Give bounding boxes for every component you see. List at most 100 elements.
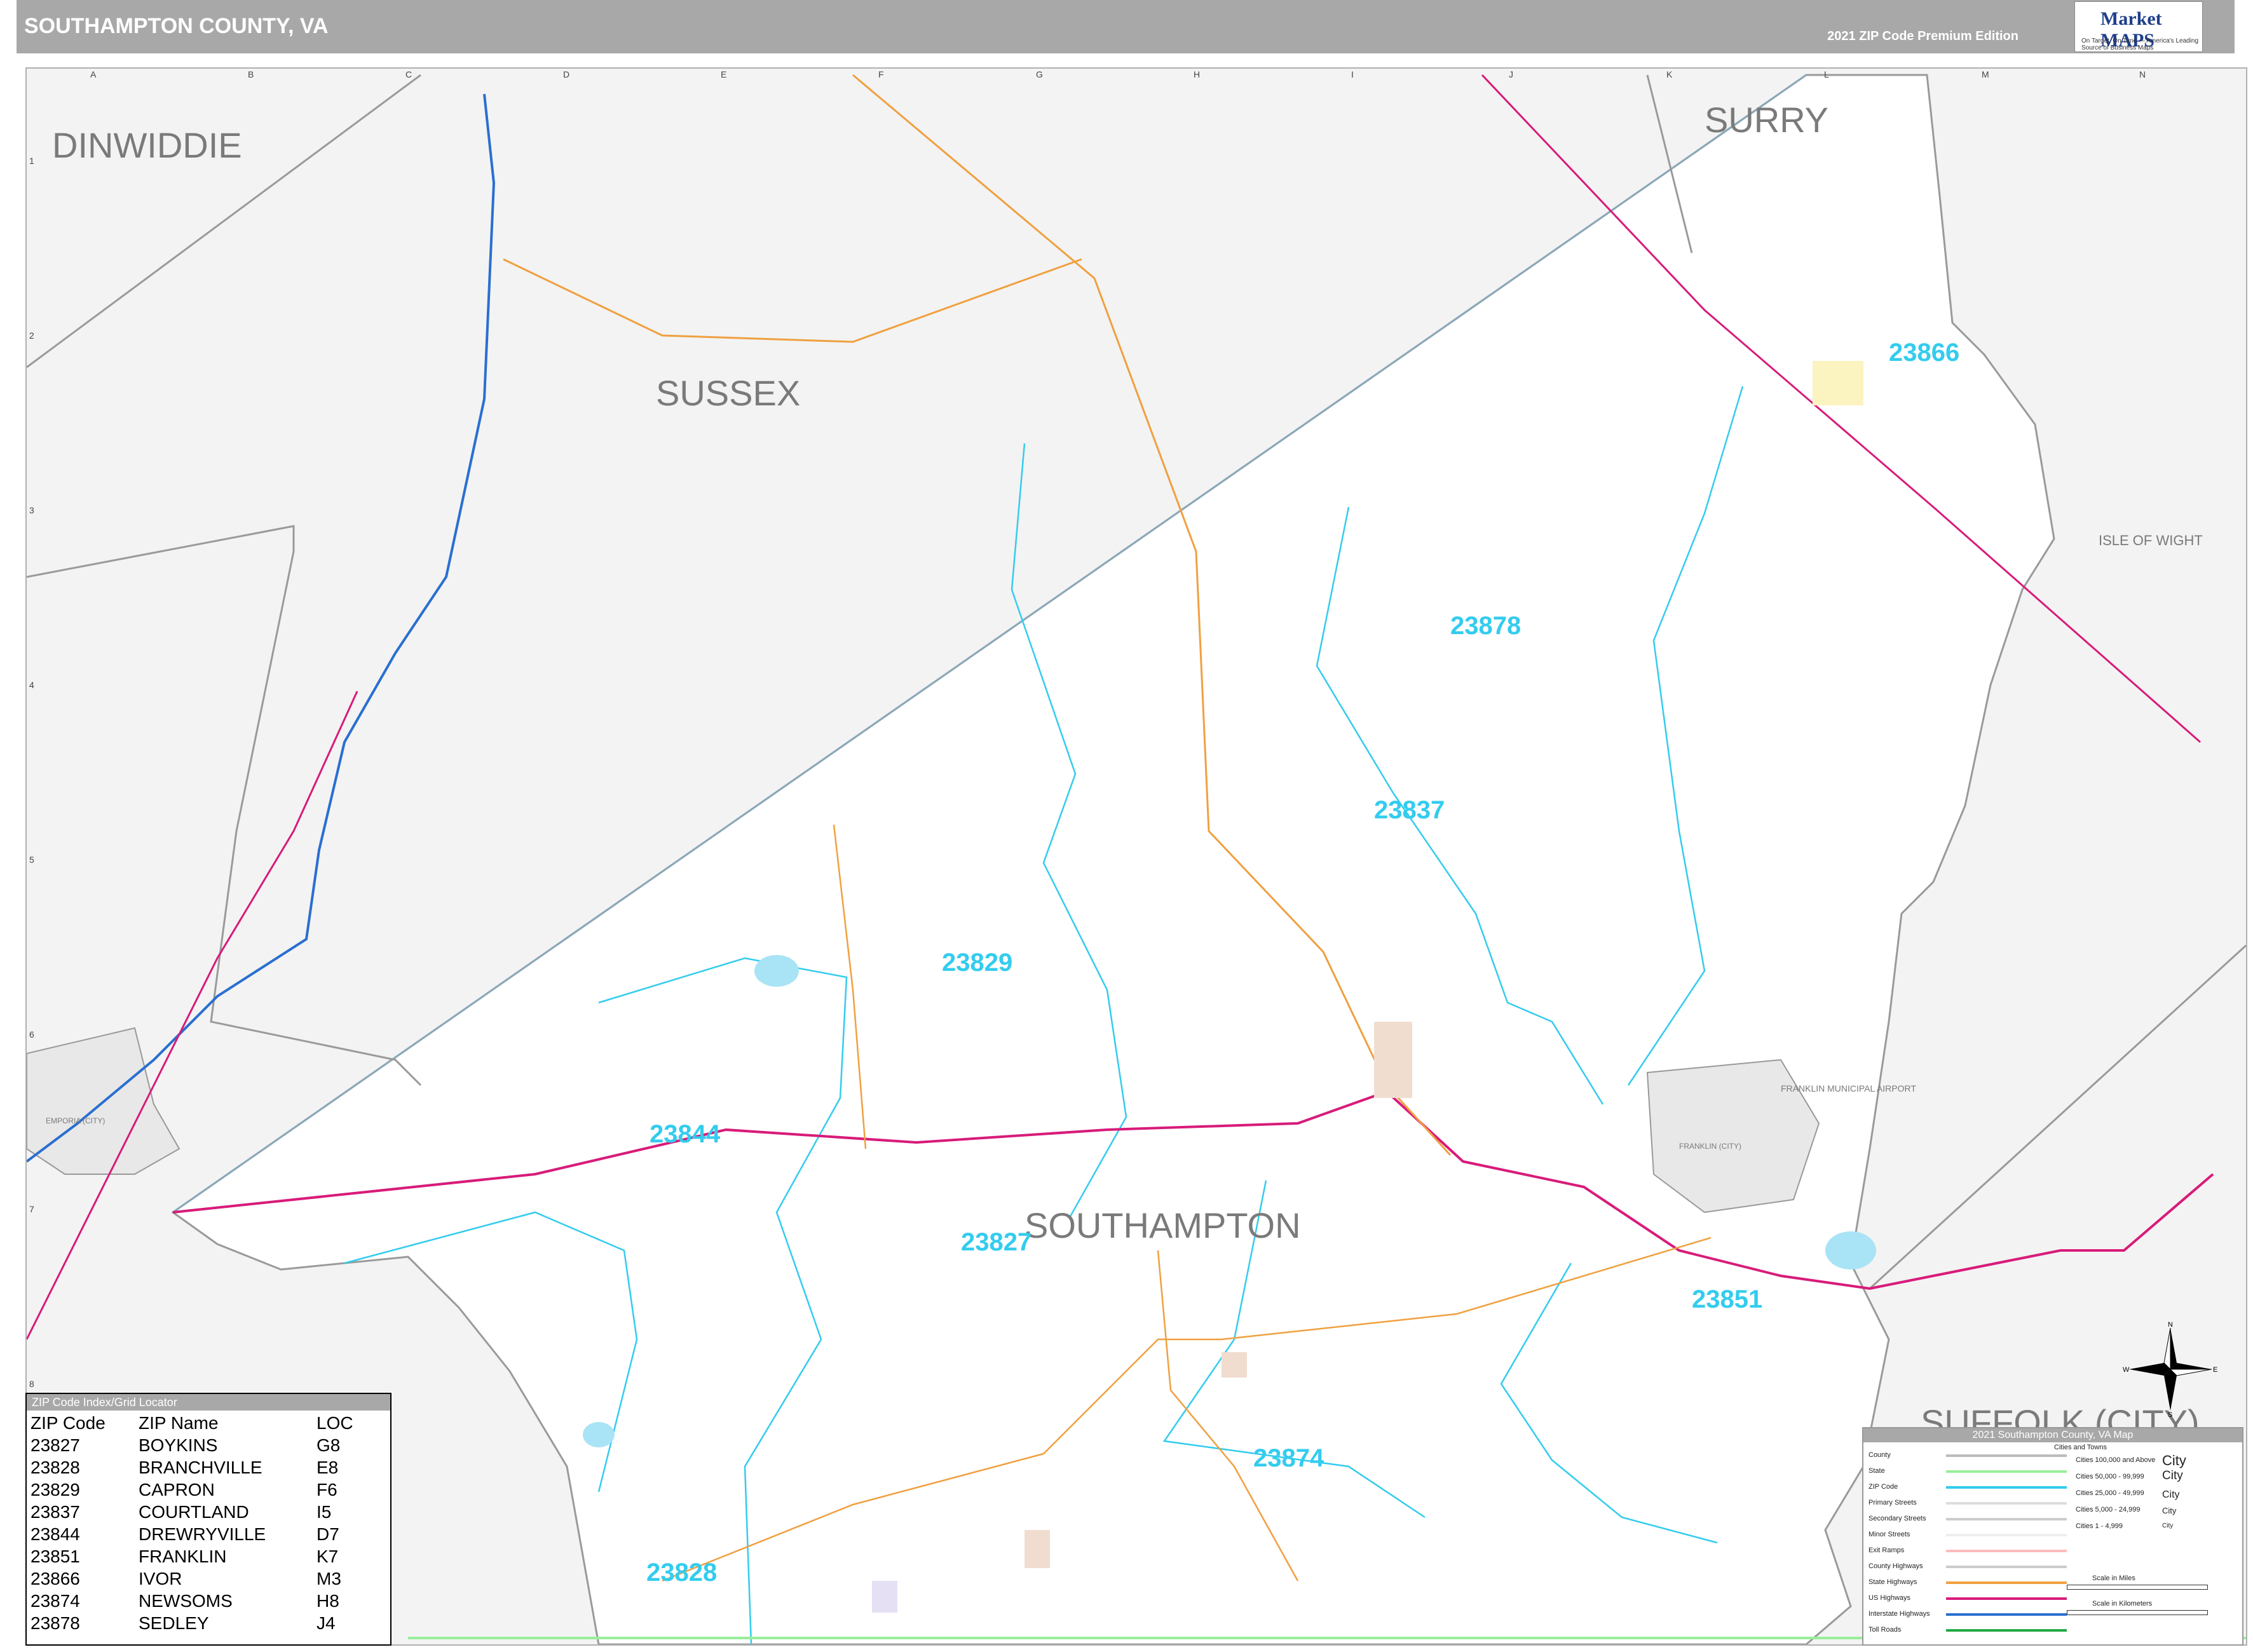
legend-item-swatch — [1946, 1518, 2067, 1520]
zip-index-cell: 23866 — [31, 1569, 80, 1588]
zip-index-cell: BOYKINS — [139, 1435, 218, 1455]
legend-item-swatch — [1946, 1454, 2067, 1457]
grid-column-label: I — [1351, 69, 1354, 79]
grid-column-label: G — [1036, 69, 1043, 79]
legend-item-label: County Highways — [1868, 1562, 1923, 1570]
grid-column-label: H — [1194, 69, 1200, 79]
grid-column-label: B — [248, 69, 254, 79]
county-label-sussex: SUSSEX — [656, 373, 800, 413]
legend-cities-header: Cities and Towns — [2054, 1444, 2107, 1451]
compass-rose-icon: N S E W — [2123, 1322, 2217, 1417]
county-label-franklin-city: FRANKLIN (CITY) — [1679, 1142, 1741, 1151]
table-row[interactable]: 23829 CAPRON F6 — [29, 1479, 358, 1501]
legend-item-label: Minor Streets — [1868, 1531, 1910, 1538]
compass-w: W — [2123, 1366, 2130, 1374]
legend-item-label: Interstate Highways — [1868, 1610, 1930, 1618]
scale-bar-miles — [2067, 1585, 2208, 1590]
legend-item-label: ZIP Code — [1868, 1483, 1898, 1491]
zip-index-cell: 23874 — [31, 1591, 80, 1611]
zip-label-23874[interactable]: 23874 — [1253, 1444, 1324, 1472]
table-row[interactable]: 23878 SEDLEY J4 — [29, 1612, 358, 1634]
zip-index-cell: CAPRON — [139, 1480, 215, 1500]
zip-label-23878[interactable]: 23878 — [1450, 612, 1521, 640]
zip-index-cell: 23827 — [31, 1435, 80, 1455]
legend-city-sample: City — [2162, 1489, 2180, 1500]
zip-label-23866[interactable]: 23866 — [1889, 339, 1959, 367]
zip-index-cell: J4 — [317, 1613, 336, 1633]
zip-index-header-cell: ZIP Name — [139, 1413, 219, 1433]
county-label-surry: SURRY — [1705, 100, 1828, 140]
zip-index-cell: SEDLEY — [139, 1613, 209, 1633]
scale-km-label: Scale in Kilometers — [2092, 1600, 2153, 1608]
grid-row-label: 1 — [29, 156, 34, 166]
legend-item-label: US Highways — [1868, 1594, 1911, 1602]
table-row[interactable]: 23844 DREWRYVILLE D7 — [29, 1523, 358, 1545]
grid-row-label: 2 — [29, 330, 34, 341]
legend-city-sample: City — [2162, 1469, 2183, 1482]
zip-index-cell: 23828 — [31, 1458, 80, 1477]
franklin-city-area — [1646, 1059, 1820, 1214]
grid-column-label: M — [1982, 69, 1989, 79]
zip-index-cell: 23878 — [31, 1613, 80, 1633]
edition-label: 2021 ZIP Code Premium Edition — [1827, 29, 2018, 43]
compass-e: E — [2213, 1366, 2217, 1374]
grid-column-label: D — [563, 69, 569, 79]
legend-item-swatch — [1946, 1550, 2067, 1552]
legend-city-label: Cities 5,000 - 24,999 — [2076, 1506, 2141, 1513]
zip-index-title: ZIP Code Index/Grid Locator — [27, 1394, 390, 1411]
grid-column-label: J — [1509, 69, 1513, 79]
scale-miles-label: Scale in Miles — [2092, 1574, 2135, 1582]
legend-item-label: Toll Roads — [1868, 1626, 1902, 1634]
grid-column-label: E — [721, 69, 726, 79]
water-body — [1825, 1231, 1876, 1269]
zip-index-cell: FRANKLIN — [139, 1547, 227, 1566]
table-row[interactable]: 23851 FRANKLIN K7 — [29, 1545, 358, 1567]
legend-item-swatch — [1946, 1613, 2067, 1616]
logo-tagline: On Target, On Time — America's Leading S… — [2081, 37, 2199, 51]
table-row[interactable]: 23828 BRANCHVILLE E8 — [29, 1456, 358, 1479]
airport-label: FRANKLIN MUNICIPAL AIRPORT — [1781, 1083, 1916, 1093]
county-label-dinwiddie: DINWIDDIE — [52, 125, 242, 165]
zip-index-cell: DREWRYVILLE — [139, 1524, 266, 1544]
grid-column-label: C — [405, 69, 412, 79]
zip-index-cell: G8 — [317, 1435, 341, 1455]
legend-item-label: Exit Ramps — [1868, 1547, 1905, 1554]
legend-item-label: State Highways — [1868, 1578, 1917, 1586]
town-area — [1374, 1022, 1412, 1098]
grid-row-label: 4 — [29, 680, 34, 690]
legend-item-label: County — [1868, 1451, 1891, 1459]
zip-index-panel: ZIP Code Index/Grid Locator ZIP Code ZIP … — [25, 1393, 391, 1646]
zip-label-23828[interactable]: 23828 — [646, 1559, 717, 1587]
map-legend: 2021 Southampton County, VA Map County St… — [1862, 1427, 2243, 1646]
county-label-southampton: SOUTHAMPTON — [1024, 1205, 1301, 1245]
grid-column-label: F — [878, 69, 884, 79]
zip-label-23851[interactable]: 23851 — [1692, 1285, 1762, 1313]
legend-city-label: Cities 100,000 and Above — [2076, 1456, 2156, 1464]
legend-item-swatch — [1946, 1486, 2067, 1489]
grid-row-label: 7 — [29, 1204, 34, 1214]
page-title: SOUTHAMPTON COUNTY, VA — [24, 14, 329, 38]
zip-index-cell: 23829 — [31, 1480, 80, 1500]
zip-index-cell: IVOR — [139, 1569, 182, 1588]
legend-city-sample: City — [2162, 1452, 2186, 1468]
table-row[interactable]: 23866 IVOR M3 — [29, 1567, 358, 1590]
compass-n: N — [2168, 1322, 2173, 1329]
table-row[interactable]: 23837 COURTLAND I5 — [29, 1501, 358, 1523]
legend-city-sample: City — [2162, 1506, 2177, 1515]
legend-city-label: Cities 25,000 - 49,999 — [2076, 1489, 2144, 1497]
legend-item-label: Secondary Streets — [1868, 1515, 1926, 1522]
zip-label-23837[interactable]: 23837 — [1374, 796, 1445, 824]
zip-label-23829[interactable]: 23829 — [942, 949, 1012, 977]
zip-index-cell: 23837 — [31, 1502, 80, 1522]
zip-label-23827[interactable]: 23827 — [961, 1228, 1031, 1256]
legend-item-swatch — [1946, 1502, 2067, 1505]
table-row[interactable]: 23874 NEWSOMS H8 — [29, 1590, 358, 1612]
legend-item-label: State — [1868, 1467, 1885, 1475]
table-row[interactable]: 23827 BOYKINS G8 — [29, 1434, 358, 1456]
zip-label-23844[interactable]: 23844 — [650, 1120, 721, 1148]
grid-row-label: 3 — [29, 505, 34, 515]
town-area — [1813, 361, 1863, 405]
zip-index-header-cell: ZIP Code — [31, 1413, 106, 1433]
zip-index-cell: H8 — [317, 1591, 339, 1611]
grid-row-label: 8 — [29, 1379, 34, 1389]
